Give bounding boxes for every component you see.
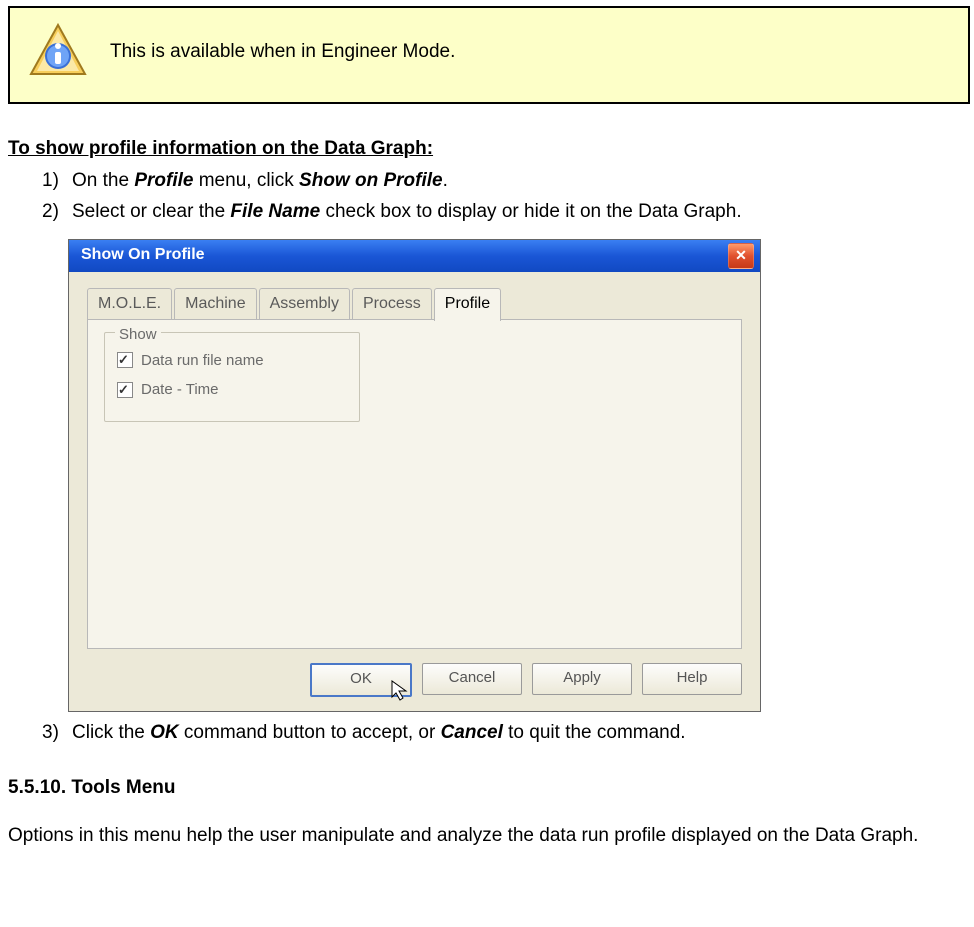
note-text: This is available when in Engineer Mode. — [110, 41, 455, 63]
tab-profile[interactable]: Profile — [434, 288, 501, 321]
close-button[interactable]: ✕ — [728, 243, 754, 269]
section-heading: 5.5.10. Tools Menu — [8, 777, 970, 799]
checkbox-filename-label: Data run file name — [141, 349, 264, 372]
check-row-datetime[interactable]: Date - Time — [117, 378, 347, 401]
checkbox-datetime[interactable] — [117, 382, 133, 398]
tab-mole[interactable]: M.O.L.E. — [87, 288, 172, 319]
dialog-title: Show On Profile — [81, 243, 205, 268]
close-icon: ✕ — [735, 245, 747, 267]
dialog-titlebar: Show On Profile ✕ — [69, 240, 760, 272]
step-1: On the Profile menu, click Show on Profi… — [72, 166, 970, 195]
note-box: This is available when in Engineer Mode. — [8, 6, 970, 104]
tab-strip: M.O.L.E. Machine Assembly Process Profil… — [87, 288, 742, 319]
dialog-button-row: OK Cancel Apply Help — [87, 649, 742, 697]
checkbox-datetime-label: Date - Time — [141, 378, 219, 401]
tab-machine[interactable]: Machine — [174, 288, 256, 319]
tab-assembly[interactable]: Assembly — [259, 288, 350, 319]
tab-panel-profile: Show Data run file name Date - Time — [87, 319, 742, 649]
help-button[interactable]: Help — [642, 663, 742, 695]
check-row-filename[interactable]: Data run file name — [117, 349, 347, 372]
procedure-heading: To show profile information on the Data … — [8, 138, 970, 160]
step-2: Select or clear the File Name check box … — [72, 197, 970, 711]
cancel-button[interactable]: Cancel — [422, 663, 522, 695]
step-3: Click the OK command button to accept, o… — [72, 718, 970, 747]
group-show: Show Data run file name Date - Time — [104, 332, 360, 423]
group-legend: Show — [115, 323, 161, 346]
checkbox-filename[interactable] — [117, 352, 133, 368]
dialog-show-on-profile: Show On Profile ✕ M.O.L.E. Machine Assem… — [68, 239, 761, 712]
cursor-icon — [390, 679, 412, 701]
info-icon — [28, 22, 88, 82]
section-paragraph: Options in this menu help the user manip… — [8, 823, 970, 849]
apply-button[interactable]: Apply — [532, 663, 632, 695]
ok-button[interactable]: OK — [310, 663, 412, 697]
tab-process[interactable]: Process — [352, 288, 432, 319]
steps-list: On the Profile menu, click Show on Profi… — [8, 166, 970, 747]
